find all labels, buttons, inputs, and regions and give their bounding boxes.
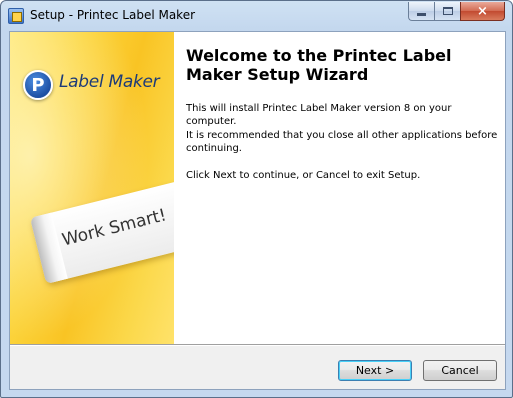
maximize-icon (442, 7, 453, 15)
instruction-text: Click Next to continue, or Cancel to exi… (186, 170, 421, 181)
printec-logo-icon: P (23, 70, 53, 100)
caption-buttons: × (408, 2, 505, 22)
wizard-side-banner: P Label Maker Work Smart! (10, 32, 174, 344)
cancel-button[interactable]: Cancel (423, 360, 497, 381)
logo-text: Label Maker (59, 72, 160, 92)
minimize-icon (417, 12, 426, 16)
recommendation-text: It is recommended that you close all oth… (186, 130, 498, 154)
wizard-content: Welcome to the Printec Label Maker Setup… (174, 32, 505, 344)
minimize-button[interactable] (408, 2, 434, 21)
maximize-button[interactable] (434, 2, 460, 21)
window-title: Setup - Printec Label Maker (30, 8, 196, 22)
next-button[interactable]: Next > (338, 360, 412, 381)
close-icon: × (477, 3, 488, 19)
close-button[interactable]: × (460, 2, 505, 21)
welcome-heading: Welcome to the Printec Label Maker Setup… (186, 46, 452, 84)
button-area-divider-highlight (10, 345, 505, 346)
title-bar[interactable]: Setup - Printec Label Maker × (1, 1, 512, 31)
logo-letter: P (31, 75, 45, 96)
setup-installer-icon (8, 8, 24, 24)
label-card-text: Work Smart! (60, 205, 169, 251)
setup-window: Setup - Printec Label Maker × P Label Ma… (0, 0, 513, 398)
install-info-text: This will install Printec Label Maker ve… (186, 103, 452, 127)
wizard-client-area: P Label Maker Work Smart! Welcome to the… (9, 31, 506, 390)
